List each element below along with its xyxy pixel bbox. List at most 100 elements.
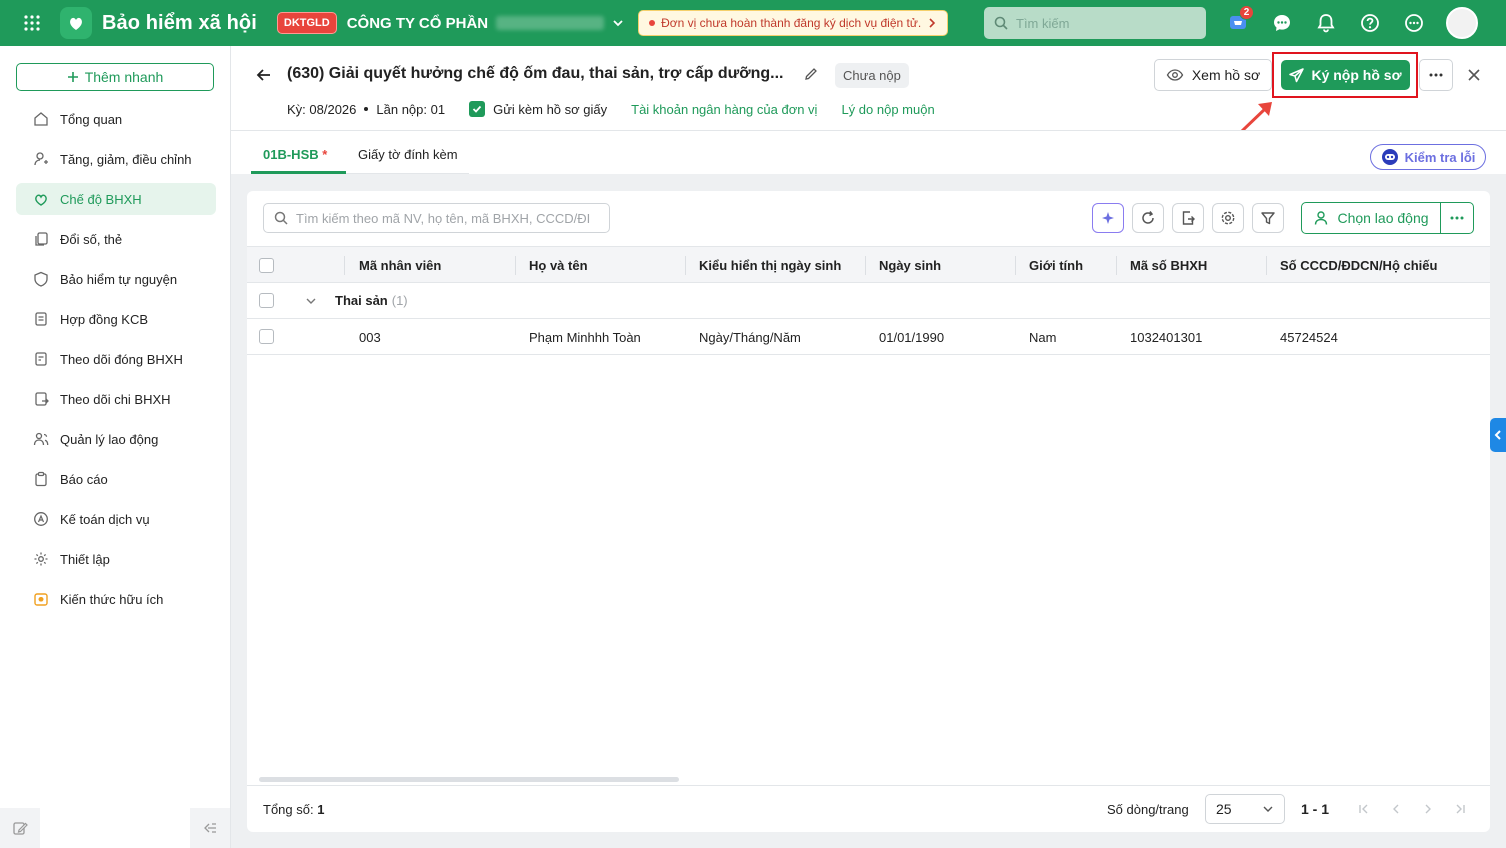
first-page-button[interactable] — [1355, 800, 1373, 818]
ai-assist-button[interactable] — [1092, 203, 1124, 233]
sidebar-item-voluntary-insurance[interactable]: Bảo hiểm tự nguyện — [16, 263, 216, 295]
next-page-button[interactable] — [1419, 800, 1437, 818]
help-button[interactable] — [1356, 9, 1384, 37]
active-tab-indicator — [251, 171, 346, 174]
sidebar-item-knowledge[interactable]: Kiến thức hữu ích — [16, 583, 216, 615]
select-all-checkbox[interactable] — [259, 258, 274, 273]
notification-button[interactable] — [1312, 9, 1340, 37]
sidebar-item-label: Đổi số, thẻ — [60, 231, 123, 247]
sidebar-item-labor-management[interactable]: Quản lý lao động — [16, 423, 216, 455]
collapse-sidebar-button[interactable] — [190, 808, 230, 848]
tab-attachments[interactable]: Giấy tờ đính kèm — [358, 147, 458, 162]
group-count: (1) — [391, 293, 408, 308]
accounting-icon — [32, 510, 50, 528]
documents-icon — [32, 230, 50, 248]
sidebar-item-card-change[interactable]: Đổi số, thẻ — [16, 223, 216, 255]
choose-employee-main[interactable]: Chọn lao động — [1302, 203, 1441, 233]
feedback-button[interactable] — [0, 808, 40, 848]
attach-paper-checkbox[interactable] — [469, 101, 486, 117]
refresh-button[interactable] — [1132, 203, 1164, 233]
column-separator — [865, 256, 866, 275]
grid-search-placeholder: Tìm kiếm theo mã NV, họ tên, mã BHXH, CC… — [296, 210, 591, 226]
last-page-button[interactable] — [1451, 800, 1469, 818]
tab-01b-hsb[interactable]: 01B-HSB * — [263, 147, 327, 162]
grid-search-input[interactable]: Tìm kiếm theo mã NV, họ tên, mã BHXH, CC… — [263, 203, 610, 233]
sidebar-item-track-payments[interactable]: Theo dõi đóng BHXH — [16, 343, 216, 375]
horizontal-scrollbar[interactable] — [259, 777, 679, 782]
choose-employee-more[interactable] — [1441, 216, 1473, 220]
chat-button[interactable] — [1268, 9, 1296, 37]
table-row[interactable]: 003 Phạm Minhhh Toàn Ngày/Tháng/Năm 01/0… — [247, 319, 1490, 355]
more-apps-button[interactable] — [1400, 9, 1428, 37]
group-label: Thai sản (1) — [335, 293, 408, 308]
table-footer: Tổng số: 1 Số dòng/trang 25 1 - 1 — [247, 785, 1490, 832]
registration-notice[interactable]: Đơn vị chưa hoàn thành đăng ký dịch vụ đ… — [638, 10, 949, 36]
group-checkbox[interactable] — [259, 293, 274, 308]
bell-icon — [1317, 14, 1335, 33]
column-header-dob[interactable]: Ngày sinh — [879, 258, 941, 273]
tabs-bar: 01B-HSB * Giấy tờ đính kèm Kiểm tra lỗi — [231, 130, 1506, 174]
app-grid-icon[interactable] — [18, 9, 46, 37]
sidebar-item-label: Kiến thức hữu ích — [60, 591, 164, 607]
user-avatar[interactable] — [1446, 7, 1478, 39]
expand-panel-tab[interactable] — [1490, 418, 1506, 452]
column-header-name[interactable]: Họ và tên — [529, 258, 588, 273]
cart-badge: 2 — [1239, 5, 1254, 20]
sidebar-item-kcb-contract[interactable]: Hợp đồng KCB — [16, 303, 216, 335]
robot-icon — [1381, 149, 1398, 165]
view-file-label: Xem hồ sơ — [1191, 67, 1261, 83]
choose-employee-button[interactable]: Chọn lao động — [1301, 202, 1474, 234]
column-separator — [344, 256, 345, 275]
bank-account-link[interactable]: Tài khoản ngân hàng của đơn vị — [631, 102, 817, 117]
user-icon — [1315, 211, 1328, 225]
sidebar-item-label: Theo dõi chi BHXH — [60, 391, 171, 407]
sidebar-item-reports[interactable]: Báo cáo — [16, 463, 216, 495]
pencil-icon[interactable] — [803, 66, 821, 84]
column-header-employee-id[interactable]: Mã nhân viên — [359, 258, 441, 273]
period-label: Kỳ: 08/2026 — [287, 101, 357, 117]
back-button[interactable] — [253, 64, 275, 86]
column-header-gender[interactable]: Giới tính — [1029, 258, 1083, 273]
sign-submit-button[interactable]: Ký nộp hồ sơ — [1281, 60, 1410, 90]
chevron-down-icon[interactable] — [304, 294, 318, 308]
cart-button[interactable]: 2 — [1224, 5, 1254, 37]
group-name: Thai sản — [335, 293, 388, 308]
sidebar-item-settings[interactable]: Thiết lập — [16, 543, 216, 575]
employee-grid-card: Tìm kiếm theo mã NV, họ tên, mã BHXH, CC… — [247, 191, 1490, 832]
row-checkbox[interactable] — [259, 329, 274, 344]
sidebar-item-track-benefits[interactable]: Theo dõi chi BHXH — [16, 383, 216, 415]
column-header-bhxh-code[interactable]: Mã số BHXH — [1130, 258, 1207, 273]
sidebar-item-label: Tổng quan — [60, 111, 123, 127]
search-icon — [274, 211, 288, 225]
filter-button[interactable] — [1252, 203, 1284, 233]
column-header-id-number[interactable]: Số CCCD/ĐDCN/Hộ chiếu — [1280, 258, 1437, 273]
users-icon — [32, 430, 50, 448]
collapse-icon — [204, 823, 216, 833]
ellipsis-icon — [1450, 216, 1464, 220]
late-reason-link[interactable]: Lý do nộp muộn — [841, 102, 934, 117]
sidebar-item-adjustments[interactable]: Tăng, giảm, điều chỉnh — [16, 143, 216, 175]
gear-icon — [1221, 211, 1235, 225]
global-search-input[interactable]: Tìm kiếm — [984, 7, 1206, 39]
sidebar-item-accounting[interactable]: Kế toán dịch vụ — [16, 503, 216, 535]
export-icon — [1182, 211, 1195, 225]
help-icon — [1361, 14, 1379, 32]
sidebar-item-bhxh-benefits[interactable]: Chế độ BHXH — [16, 183, 216, 215]
group-row[interactable]: Thai sản (1) — [247, 283, 1490, 319]
sidebar-item-label: Báo cáo — [60, 471, 108, 487]
check-errors-button[interactable]: Kiểm tra lỗi — [1370, 144, 1486, 170]
quick-add-button[interactable]: Thêm nhanh — [16, 63, 214, 91]
prev-page-button[interactable] — [1387, 800, 1405, 818]
view-file-button[interactable]: Xem hồ sơ — [1154, 59, 1272, 91]
total-value: 1 — [317, 802, 325, 817]
more-actions-button[interactable] — [1419, 59, 1453, 91]
chevron-right-icon — [929, 18, 936, 28]
column-header-dob-format[interactable]: Kiểu hiển thị ngày sinh — [699, 258, 841, 273]
rows-per-page-select[interactable]: 25 — [1205, 794, 1285, 824]
sidebar-item-overview[interactable]: Tổng quan — [16, 103, 216, 135]
close-button[interactable] — [1463, 64, 1485, 86]
company-selector[interactable]: CÔNG TY CỔ PHẦN — [347, 15, 624, 32]
refresh-icon — [1142, 211, 1154, 224]
column-settings-button[interactable] — [1212, 203, 1244, 233]
export-button[interactable] — [1172, 203, 1204, 233]
